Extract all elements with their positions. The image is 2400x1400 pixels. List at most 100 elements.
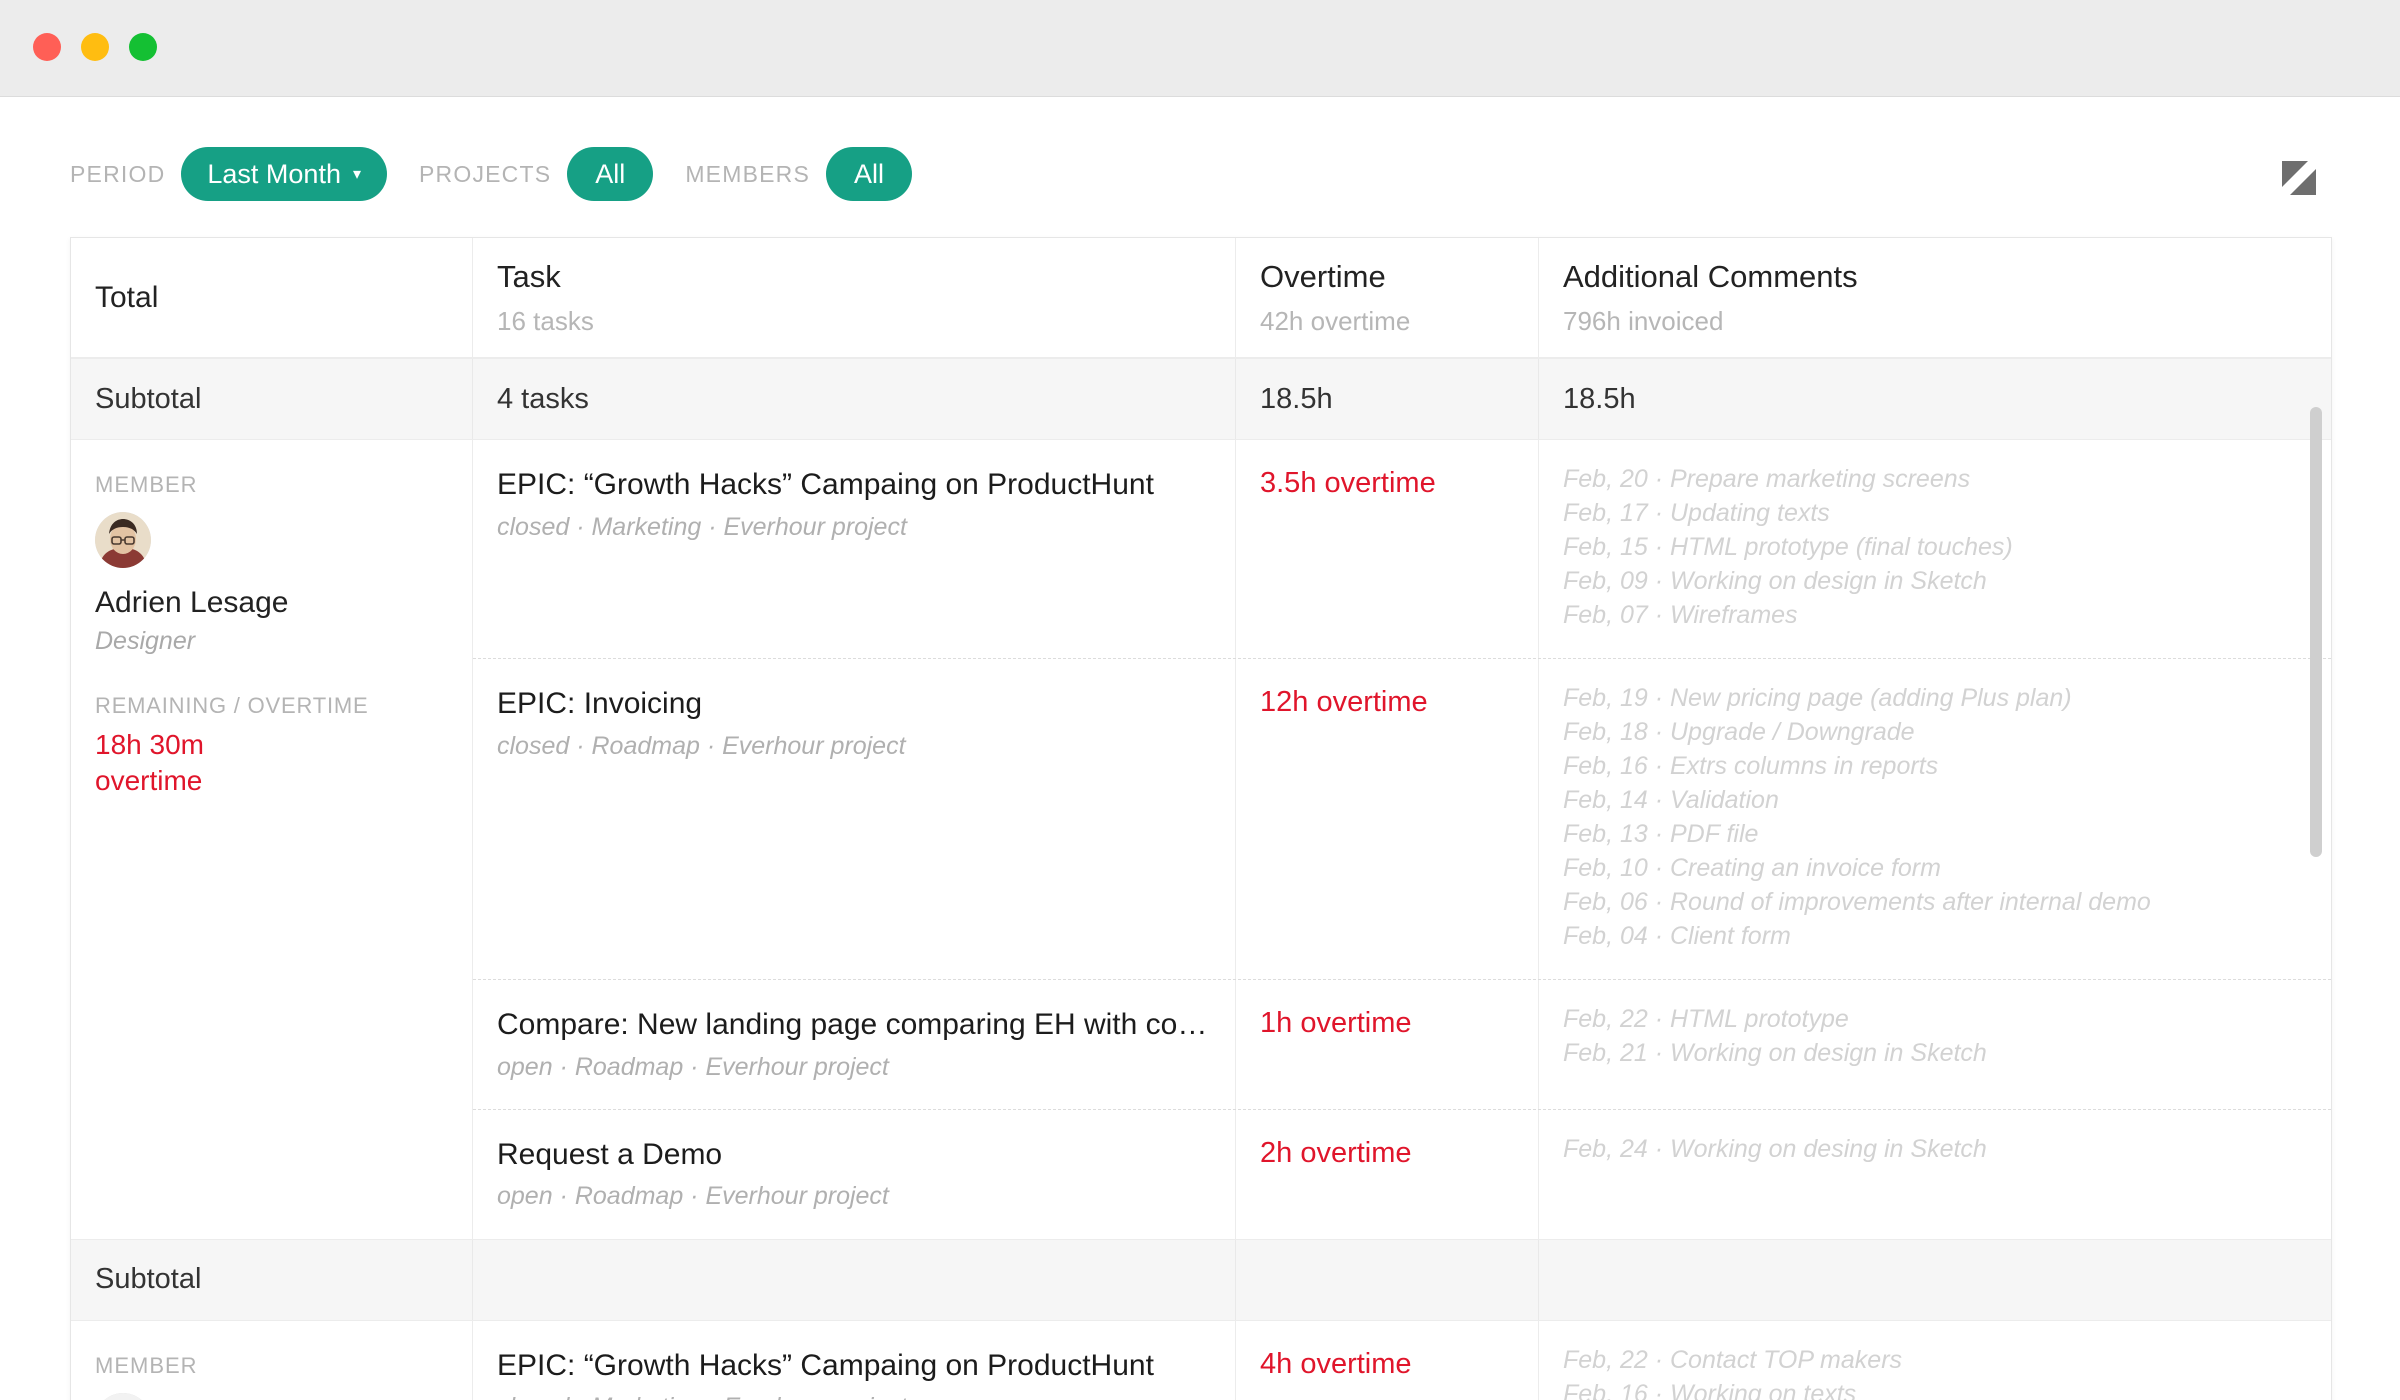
comment-line: Feb, 16 · Working on texts [1563, 1379, 1857, 1400]
comment-line: Feb, 16 · Extrs columns in reports [1563, 752, 1939, 780]
remaining-overtime-amount: 18h 30m [95, 728, 204, 760]
comment-line: Feb, 06 · Round of improvements after in… [1563, 888, 2151, 916]
task-rows: EPIC: “Growth Hacks” Campaing on Product… [473, 440, 2331, 1239]
comments-cell: Feb, 22 · Contact TOP makers Feb, 16 · Wo… [1539, 1321, 2331, 1400]
task-cell[interactable]: EPIC: Invoicing closed · Roadmap · Everho… [473, 659, 1236, 979]
comment-line: Feb, 22 · Contact TOP makers [1563, 1345, 1903, 1374]
overtime-cell: 12h overtime [1236, 659, 1539, 979]
table-header-row: Total Task 16 tasks Overtime 42h overtim… [71, 238, 2331, 358]
overtime-value: 3.5h overtime [1260, 467, 1436, 499]
task-title[interactable]: EPIC: Invoicing [497, 685, 1211, 723]
task-title[interactable]: Compare: New landing page comparing EH w… [497, 1006, 1211, 1044]
subtotal-label: Subtotal [95, 382, 202, 415]
task-cell[interactable]: Request a Demo open · Roadmap · Everhour … [473, 1109, 1236, 1239]
member-name[interactable]: Adrien Lesage [95, 584, 448, 622]
comment-line: Feb, 21 · Working on design in Sketch [1563, 1039, 1987, 1067]
members-filter-button[interactable]: All [826, 147, 913, 201]
browser-window: PERIOD Last Month ▾ PROJECTS All MEMBERS… [0, 0, 2400, 1400]
subtotal-label-cell: Subtotal [71, 359, 473, 439]
task-title[interactable]: Request a Demo [497, 1136, 1211, 1174]
maximize-window-button[interactable] [129, 33, 157, 61]
subtotal-comments: 18.5h [1563, 382, 1636, 415]
task-meta: open · Roadmap · Everhour project [497, 1182, 889, 1211]
subtotal-tasks: 4 tasks [497, 382, 589, 415]
split-square-icon[interactable] [2282, 161, 2316, 195]
task-cell[interactable]: Compare: New landing page comparing EH w… [473, 980, 1236, 1109]
header-cell-overtime[interactable]: Overtime 42h overtime [1236, 238, 1539, 357]
members-value: All [854, 158, 885, 189]
period-dropdown[interactable]: Last Month ▾ [181, 147, 387, 201]
task-cell[interactable]: EPIC: “Growth Hacks” Campaing on Product… [473, 1320, 1236, 1400]
comment-line: Feb, 14 · Validation [1563, 786, 1779, 814]
subtotal-tasks-cell: 4 tasks [473, 359, 1236, 439]
overtime-cell: 3.5h overtime [1236, 440, 1539, 658]
comment-line: Feb, 07 · Wireframes [1563, 601, 1798, 629]
filter-controls: PERIOD Last Month ▾ PROJECTS All MEMBERS… [70, 147, 913, 201]
member-group: MEMBERJulien KernechMarketing Manager EPI… [71, 1320, 2331, 1400]
overtime-value: 1h overtime [1260, 1007, 1412, 1039]
overtime-value: 4h overtime [1260, 1347, 1412, 1380]
overtime-report-table: Total Task 16 tasks Overtime 42h overtim… [70, 237, 2332, 1400]
remaining-overtime-value: 18h 30m overtime [95, 727, 448, 800]
subtotal-comments-cell [1539, 1240, 2331, 1320]
subtotal-overtime-cell: 18.5h [1236, 359, 1539, 439]
comment-line: Feb, 09 · Working on design in Sketch [1563, 567, 1987, 595]
projects-filter-button[interactable]: All [567, 147, 654, 201]
task-meta: closed · Roadmap · Everhour project [497, 731, 906, 760]
table-row[interactable]: EPIC: “Growth Hacks” Campaing on Product… [473, 1320, 2331, 1400]
remaining-overtime-suffix: overtime [95, 765, 203, 797]
subtotal-row: Subtotal 4 tasks 18.5h 18.5h [71, 358, 2331, 440]
member-panel: MEMBER Adrien Lesage Designer REMAINING / O… [71, 440, 473, 1239]
avatar-adrien-lesage [95, 512, 151, 568]
member-kicker: MEMBER [95, 472, 198, 497]
task-cell[interactable]: EPIC: “Growth Hacks” Campaing on Product… [473, 440, 1236, 658]
report-page: PERIOD Last Month ▾ PROJECTS All MEMBERS… [0, 97, 2400, 1400]
header-cell-task[interactable]: Task 16 tasks [473, 238, 1236, 357]
projects-label: PROJECTS [419, 160, 552, 187]
comment-line: Feb, 20 · Prepare marketing screens [1563, 465, 1971, 493]
header-cell-comments[interactable]: Additional Comments 796h invoiced [1539, 238, 2331, 357]
header-task-title: Task [497, 259, 561, 295]
overtime-cell: 2h overtime [1236, 1109, 1539, 1239]
comment-line: Feb, 17 · Updating texts [1563, 499, 1830, 527]
overtime-value: 12h overtime [1260, 686, 1428, 718]
minimize-window-button[interactable] [81, 33, 109, 61]
comment-line: Feb, 18 · Upgrade / Downgrade [1563, 718, 1915, 746]
overtime-cell: 4h overtime [1236, 1320, 1539, 1400]
task-meta: closed · Marketing · Everhour project [497, 1392, 1211, 1400]
subtotal-comments-cell: 18.5h [1539, 359, 2331, 439]
member-role: Designer [95, 626, 196, 655]
header-cell-total: Total [71, 238, 473, 357]
comments-cell: Feb, 22 · HTML prototype Feb, 21 · Workin… [1539, 980, 2331, 1109]
subtotal-tasks-cell [473, 1239, 1236, 1320]
comment-line: Feb, 15 · HTML prototype (final touches) [1563, 533, 2013, 561]
comment-line: Feb, 04 · Client form [1563, 922, 1791, 950]
table-row[interactable]: Request a Demo open · Roadmap · Everhour … [473, 1109, 2331, 1239]
comments-scrollbar-thumb[interactable] [2310, 407, 2322, 857]
task-title[interactable]: EPIC: “Growth Hacks” Campaing on Product… [497, 1347, 1211, 1385]
header-overtime-title: Overtime [1260, 259, 1386, 295]
table-row[interactable]: EPIC: “Growth Hacks” Campaing on Product… [473, 440, 2331, 659]
chevron-down-icon: ▾ [352, 166, 361, 183]
table-row[interactable]: Compare: New landing page comparing EH w… [473, 980, 2331, 1110]
member-panel: MEMBERJulien KernechMarketing Manager [71, 1320, 473, 1400]
comment-line: Feb, 10 · Creating an invoice form [1563, 854, 1941, 882]
task-title[interactable]: EPIC: “Growth Hacks” Campaing on Product… [497, 466, 1211, 504]
comments-cell: Feb, 19 · New pricing page (adding Plus … [1539, 659, 2331, 979]
table-body: Subtotal 4 tasks 18.5h 18.5h MEMBER Adrien Le… [71, 358, 2331, 1400]
task-meta: open · Roadmap · Everhour project [497, 1052, 889, 1081]
comment-line: Feb, 22 · HTML prototype [1563, 1005, 1849, 1033]
period-label: PERIOD [70, 160, 166, 187]
avatar-julien-kernech [95, 1392, 151, 1400]
overtime-cell: 1h overtime [1236, 980, 1539, 1109]
close-window-button[interactable] [33, 33, 61, 61]
subtotal-label-cell: Subtotal [71, 1239, 473, 1320]
comments-cell: Feb, 20 · Prepare marketing screens Feb, … [1539, 440, 2331, 658]
filter-bar: PERIOD Last Month ▾ PROJECTS All MEMBERS… [0, 97, 2400, 237]
header-total-title: Total [95, 280, 159, 314]
remaining-overtime-label: REMAINING / OVERTIME [95, 692, 369, 718]
overtime-value: 2h overtime [1260, 1136, 1412, 1169]
table-row[interactable]: EPIC: Invoicing closed · Roadmap · Everho… [473, 659, 2331, 980]
members-label: MEMBERS [685, 160, 811, 187]
projects-value: All [595, 158, 626, 189]
